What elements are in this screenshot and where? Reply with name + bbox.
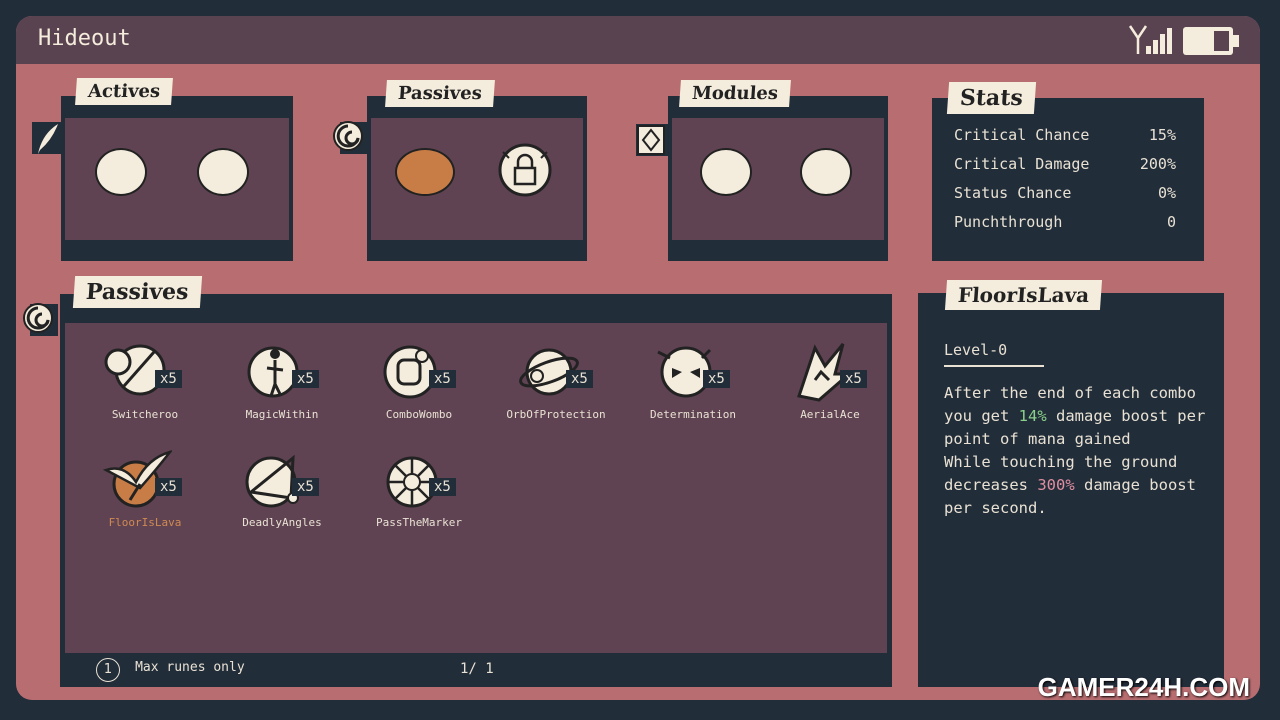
module-slot-2[interactable] <box>800 148 852 196</box>
stat-name: Status Chance <box>954 184 1072 202</box>
feather-icon <box>32 122 62 154</box>
rune-name: AerialAce <box>800 408 860 421</box>
swirl-icon <box>23 303 58 336</box>
swirl-icon <box>333 121 368 154</box>
window-title: Hideout <box>38 26 131 51</box>
desc-line: decreases 300% damage boost <box>944 476 1196 494</box>
rune-name: Determination <box>649 408 737 421</box>
stat-value: 0% <box>1157 184 1176 202</box>
actives-label: Actives <box>75 78 174 105</box>
rune-magic-within[interactable]: x5 MagicWithin <box>217 340 347 440</box>
rune-name: Switcheroo <box>111 408 179 421</box>
rune-floor-is-lava[interactable]: x5 FloorIsLava <box>80 448 210 548</box>
page-indicator: 1/ 1 <box>460 661 494 677</box>
passives-list-label: Passives <box>72 276 202 308</box>
level-underline <box>944 365 1044 367</box>
passives-slots-label: Passives <box>385 80 495 107</box>
watermark: GAMER24H.COM <box>1037 672 1250 702</box>
rune-count: x5 <box>292 478 319 496</box>
desc-line: While touching the ground <box>944 453 1178 471</box>
passives-slots-panel <box>367 96 587 261</box>
rune-name: FloorIsLava <box>108 516 182 529</box>
rune-count: x5 <box>703 370 730 388</box>
rune-name: DeadlyAngles <box>242 516 322 529</box>
rune-count: x5 <box>566 370 593 388</box>
stat-value: 200% <box>1139 155 1176 173</box>
rune-count: x5 <box>292 370 319 388</box>
rune-detail-title: FloorIsLava <box>944 280 1103 310</box>
desc-line: you get 14% damage boost per <box>944 407 1206 425</box>
title-bar: Hideout <box>16 16 1260 64</box>
desc-line: After the end of each combo <box>944 384 1196 402</box>
modules-panel <box>668 96 888 261</box>
rune-deadly-angles[interactable]: x5 DeadlyAngles <box>217 448 347 548</box>
actives-panel <box>61 96 293 261</box>
rune-orb-of-protection[interactable]: x5 OrbOfProtection <box>491 340 621 440</box>
stat-name: Critical Chance <box>954 126 1090 144</box>
module-card-icon <box>636 124 670 156</box>
active-slot-1[interactable] <box>95 148 147 196</box>
stat-row-status-chance: Status Chance 0% <box>954 184 1176 206</box>
rune-name: OrbOfProtection <box>506 408 606 421</box>
rune-name: ComboWombo <box>385 408 453 421</box>
rune-count: x5 <box>840 370 867 388</box>
rune-count: x5 <box>155 478 182 496</box>
rune-determination[interactable]: x5 Determination <box>628 340 758 440</box>
stat-row-punchthrough: Punchthrough 0 <box>954 213 1176 235</box>
passive-slot-1[interactable] <box>395 148 455 196</box>
rune-name: MagicWithin <box>245 408 319 421</box>
stats-label: Stats <box>946 82 1036 114</box>
rune-count: x5 <box>155 370 182 388</box>
signal-icon <box>1128 25 1172 54</box>
filter-label: Max runes only <box>135 660 245 675</box>
rune-level: Level-0 <box>944 341 1008 359</box>
stat-name: Punchthrough <box>954 213 1063 231</box>
stats-panel: Critical Chance 15% Critical Damage 200%… <box>932 98 1204 261</box>
rune-count: x5 <box>429 370 456 388</box>
stat-value: 0 <box>1166 213 1176 231</box>
rune-description: After the end of each combo you get 14% … <box>944 382 1214 520</box>
stat-row-critical-damage: Critical Damage 200% <box>954 155 1176 177</box>
boost-percent: 14% <box>1018 407 1047 425</box>
rune-aerial-ace[interactable]: x5 AerialAce <box>765 340 895 440</box>
stat-value: 15% <box>1148 126 1176 144</box>
desc-line: point of mana gained <box>944 430 1131 448</box>
rune-combo-wombo[interactable]: x5 ComboWombo <box>354 340 484 440</box>
rune-count: x5 <box>429 478 456 496</box>
locked-rune-icon[interactable] <box>495 140 555 200</box>
stat-row-critical-chance: Critical Chance 15% <box>954 126 1176 148</box>
active-slot-2[interactable] <box>197 148 249 196</box>
modules-label: Modules <box>679 80 791 107</box>
module-slot-1[interactable] <box>700 148 752 196</box>
desc-line: per second. <box>944 499 1047 517</box>
rune-name: PassTheMarker <box>375 516 463 529</box>
stat-name: Critical Damage <box>954 155 1090 173</box>
decrease-percent: 300% <box>1037 476 1075 494</box>
max-runes-filter[interactable]: 1 Max runes only <box>96 658 245 682</box>
rune-pass-the-marker[interactable]: x5 PassTheMarker <box>354 448 484 548</box>
battery-icon <box>1183 27 1239 55</box>
key-hint-badge: 1 <box>96 658 120 682</box>
rune-switcheroo[interactable]: x5 Switcheroo <box>80 340 210 440</box>
passives-list-panel: x5 Switcheroo x5 MagicWithin x5 ComboWom… <box>60 294 892 687</box>
